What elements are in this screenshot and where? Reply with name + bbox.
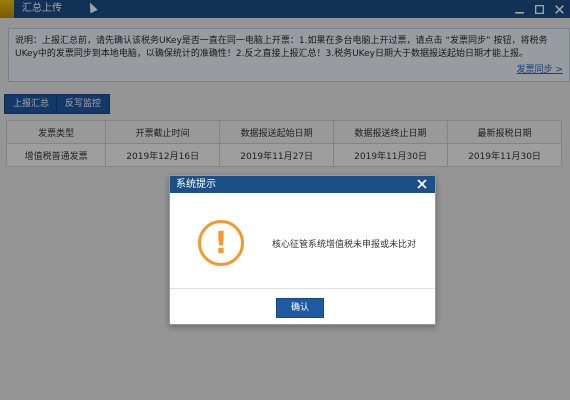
close-icon[interactable]	[415, 177, 429, 191]
dialog-message: 核心征管系统增值税未申报或未比对	[272, 240, 417, 250]
dialog-title: 系统提示	[176, 179, 216, 190]
dialog-header: 系统提示	[170, 176, 435, 193]
dialog-divider	[170, 288, 435, 289]
system-alert-dialog: 系统提示 ! 核心征管系统增值税未申报或未比对 确认	[169, 175, 436, 325]
warning-icon: !	[198, 220, 244, 266]
confirm-button[interactable]: 确认	[276, 298, 324, 318]
